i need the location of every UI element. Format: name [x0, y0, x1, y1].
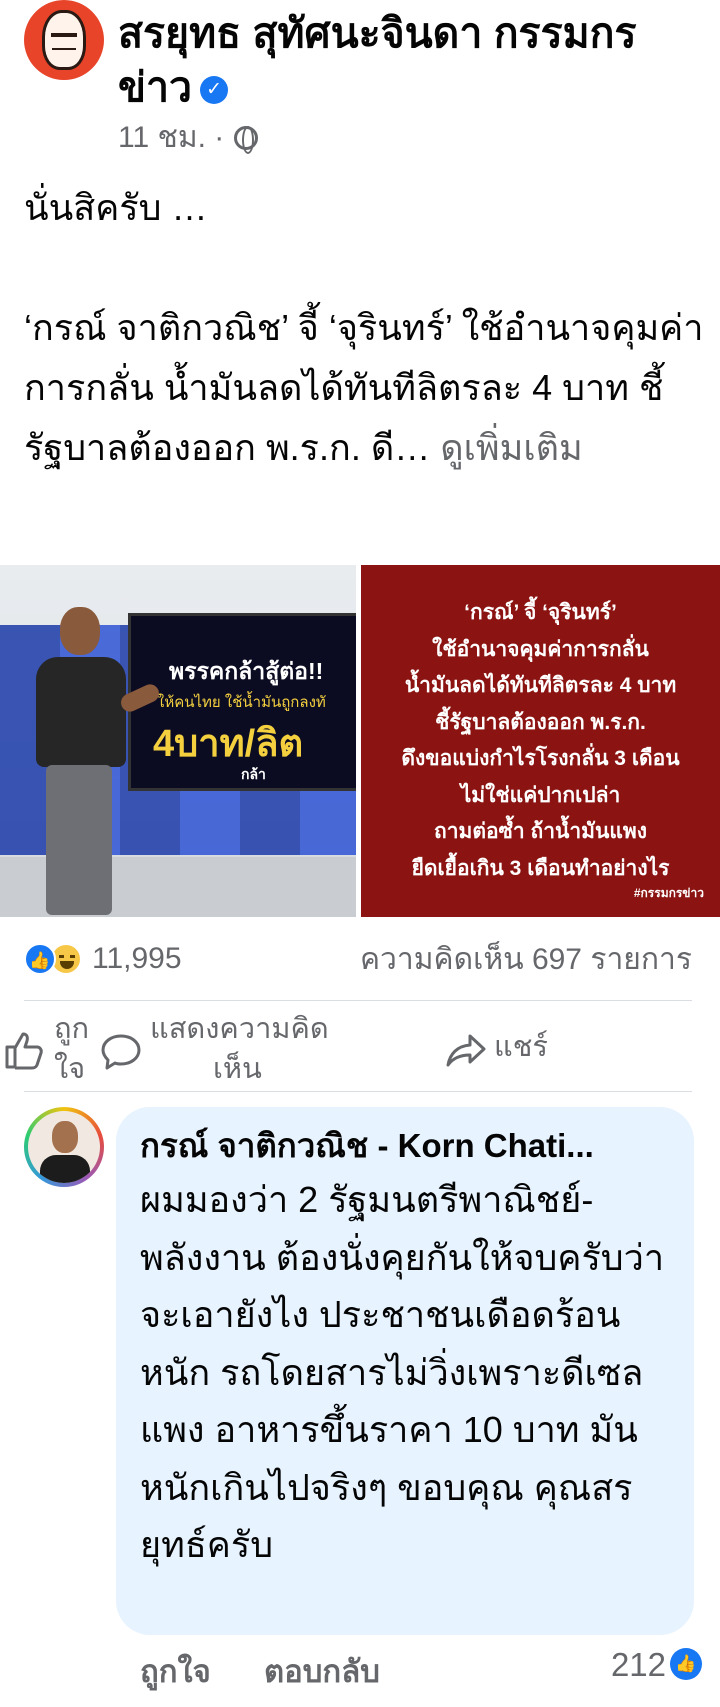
- screen-price: 4บาท/ลิต: [153, 723, 304, 765]
- hashtag-watermark: #กรรมกรข่าว: [633, 886, 704, 900]
- action-bar: ถูก ใจ แสดงความคิด เห็น แชร์: [0, 1006, 720, 1090]
- quote-line: ดึงขอแบ่งกำไรโรงกลั่น 3 เดือน: [401, 747, 680, 770]
- quote-line: ชี้รัฐบาลต้องออก พ.ร.ก.: [435, 710, 646, 734]
- speaker-figure: [24, 607, 162, 917]
- quote-line: ไม่ใช่แค่ปากเปล่า: [460, 783, 621, 807]
- screen-headline: พรรคกล้าสู้ต่อ!!: [169, 658, 324, 684]
- quote-card-text: ‘กรณ์’ จี้ ‘จุรินทร์’ ใช้อำนาจคุมค่าการก…: [361, 595, 720, 887]
- see-more-link[interactable]: ดูเพิ่มเติม: [440, 427, 583, 468]
- author-avatar[interactable]: [24, 0, 104, 80]
- reaction-count[interactable]: 11,995: [92, 942, 182, 976]
- post-time[interactable]: 11 ชม. ·: [118, 114, 224, 161]
- screen-subline: ให้คนไทย ใช้น้ำมันถูกลงทั: [157, 694, 326, 711]
- divider: [24, 1091, 692, 1092]
- like-reaction-icon[interactable]: 👍: [670, 1648, 702, 1680]
- comment-count[interactable]: ความคิดเห็น 697 รายการ: [360, 936, 692, 983]
- comment-reply-button[interactable]: ตอบกลับ: [264, 1646, 380, 1696]
- comment-actions: ถูกใจ ตอบกลับ 212 👍: [140, 1646, 702, 1696]
- comment-label-line2: เห็น: [213, 1053, 262, 1085]
- post-text-body: ‘กรณ์ จาติกวณิช’ จี้ ‘จุรินทร์’ ใช้อำนาจ…: [24, 298, 704, 478]
- divider: [24, 1000, 692, 1001]
- share-arrow-icon: [446, 1034, 486, 1067]
- presentation-screen: พรรคกล้าสู้ต่อ!! ให้คนไทย ใช้น้ำมันถูกลง…: [128, 613, 356, 791]
- photo-quote-card[interactable]: ‘กรณ์’ จี้ ‘จุรินทร์’ ใช้อำนาจคุมค่าการก…: [361, 565, 720, 917]
- comment-like-button[interactable]: ถูกใจ: [140, 1646, 211, 1696]
- share-button[interactable]: แชร์: [444, 1006, 574, 1090]
- commenter-avatar[interactable]: [24, 1107, 104, 1187]
- quote-line: ถามต่อซ้ำ ถ้าน้ำมันแพง: [434, 820, 647, 843]
- like-reaction-icon[interactable]: 👍: [24, 943, 56, 975]
- comment-bubble[interactable]: กรณ์ จาติกวณิช - Korn Chati... ผมมองว่า …: [116, 1107, 694, 1635]
- quote-line: ยืดเยื้อเกิน 3 เดือนทำอย่างไร: [411, 856, 670, 880]
- like-button[interactable]: ถูก ใจ: [0, 1006, 110, 1090]
- comment-like-count[interactable]: 212: [611, 1646, 666, 1684]
- comment-text: ผมมองว่า 2 รัฐมนตรีพาณิชย์-พลังงาน ต้องน…: [140, 1179, 665, 1565]
- commenter-name[interactable]: กรณ์ จาติกวณิช - Korn Chati...: [140, 1125, 668, 1167]
- screen-logo: กล้า: [241, 766, 266, 782]
- photo-speaker[interactable]: พรรคกล้าสู้ต่อ!! ให้คนไทย ใช้น้ำมันถูกลง…: [0, 565, 356, 917]
- quote-line: ใช้อำนาจคุมค่าการกลั่น: [432, 637, 649, 661]
- like-label-line2: ใจ: [54, 1053, 86, 1085]
- comment-label-line1: แสดงความคิด: [150, 1013, 329, 1045]
- like-label-line1: ถูก: [54, 1013, 90, 1045]
- post-text-line2: ‘กรณ์ จาติกวณิช’ จี้ ‘จุรินทร์’ ใช้อำนาจ…: [24, 307, 704, 468]
- post-media[interactable]: พรรคกล้าสู้ต่อ!! ให้คนไทย ใช้น้ำมันถูกลง…: [0, 565, 720, 917]
- share-label: แชร์: [494, 1031, 548, 1063]
- thumbs-up-icon: [5, 1032, 43, 1070]
- quote-line: ‘กรณ์’ จี้ ‘จุรินทร์’: [464, 601, 617, 624]
- verified-badge-icon: ✓: [200, 76, 229, 104]
- post-text-line1: นั่นสิครับ …: [24, 187, 208, 228]
- post-text: นั่นสิครับ … ‘กรณ์ จาติกวณิช’ จี้ ‘จุริน…: [24, 178, 704, 478]
- globe-icon: [234, 125, 259, 154]
- post-stats: 👍 11,995 ความคิดเห็น 697 รายการ: [24, 936, 692, 982]
- post-meta: 11 ชม. ·: [118, 114, 259, 161]
- post-header: สรยุทธ สุทัศนะจินดา กรรมกรข่าว ✓ 11 ชม. ·: [24, 0, 704, 160]
- author-name-text[interactable]: สรยุทธ สุทัศนะจินดา กรรมกรข่าว: [118, 10, 636, 110]
- comment-button[interactable]: แสดงความคิด เห็น: [100, 1006, 360, 1090]
- comment-icon: [101, 1034, 141, 1070]
- author-name[interactable]: สรยุทธ สุทัศนะจินดา กรรมกรข่าว ✓: [118, 6, 708, 114]
- quote-line: น้ำมันลดได้ทันทีลิตรละ 4 บาท: [404, 674, 677, 697]
